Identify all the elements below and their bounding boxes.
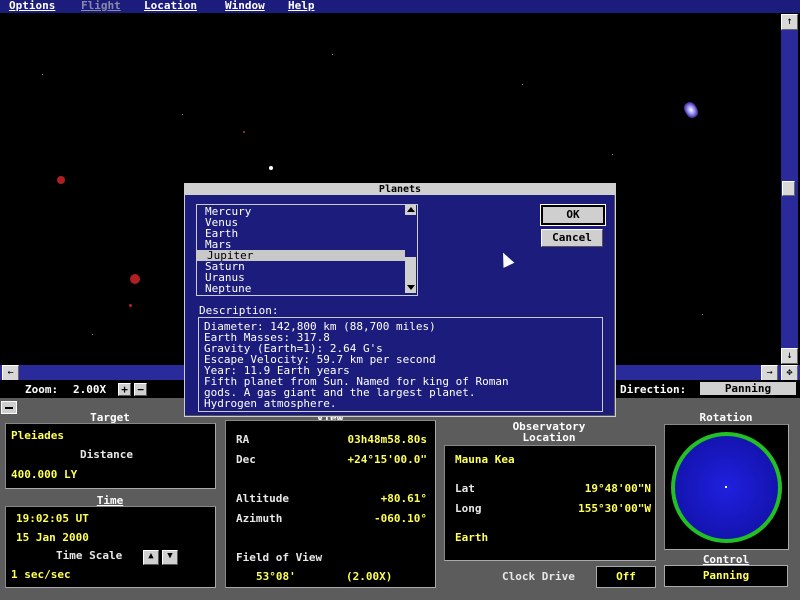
planet-list[interactable]: Mercury Venus Earth Mars Jupiter Saturn … xyxy=(196,204,418,296)
rotation-box xyxy=(664,424,789,550)
star xyxy=(702,314,703,315)
time-scale-value[interactable]: 1 sec/sec xyxy=(11,568,71,581)
description-box: Diameter: 142,800 km (88,700 miles) Eart… xyxy=(198,317,603,412)
lat-label: Lat xyxy=(455,482,475,495)
cancel-button[interactable]: Cancel xyxy=(541,229,603,247)
fov-label: Field of View xyxy=(236,551,323,564)
star xyxy=(332,54,333,55)
vertical-scrollbar[interactable]: ↑ ↓ xyxy=(781,14,798,364)
distance-value: 400.000 LY xyxy=(11,468,78,481)
star xyxy=(92,334,93,335)
description-line: Hydrogen atmosphere. xyxy=(204,397,337,410)
star xyxy=(522,84,523,85)
list-scroll-up-icon[interactable] xyxy=(407,207,415,212)
dialog-title: Planets xyxy=(185,184,615,195)
list-scrollbar[interactable] xyxy=(405,205,416,293)
altitude-value[interactable]: +80.61° xyxy=(381,492,427,505)
star xyxy=(42,74,43,75)
azimuth-value[interactable]: -060.10° xyxy=(374,512,427,525)
scroll-down-button[interactable]: ↓ xyxy=(781,348,798,364)
time-date[interactable]: 15 Jan 2000 xyxy=(16,531,89,544)
ra-label: RA xyxy=(236,433,250,446)
view-box: RA 03h48m58.80s Dec +24°15'00.0" Altitud… xyxy=(225,420,436,588)
clock-drive-label: Clock Drive xyxy=(502,570,575,583)
observatory-title: Observatory Location xyxy=(444,421,654,443)
clock-drive-value[interactable]: Off xyxy=(596,566,656,588)
list-scroll-down-icon[interactable] xyxy=(407,285,415,290)
control-value[interactable]: Panning xyxy=(664,565,788,587)
target-name: Pleiades xyxy=(11,429,64,442)
star xyxy=(57,176,65,184)
menu-flight[interactable]: Flight xyxy=(81,0,121,12)
star xyxy=(269,166,273,170)
rotation-title: Rotation xyxy=(699,411,753,424)
center-marker xyxy=(725,486,727,488)
scroll-up-button[interactable]: ↑ xyxy=(781,14,798,30)
long-label: Long xyxy=(455,502,482,515)
zoom-in-button[interactable]: + xyxy=(118,383,131,396)
dec-value[interactable]: +24°15'00.0" xyxy=(348,453,427,466)
rotation-globe[interactable] xyxy=(671,432,782,543)
observatory-planet[interactable]: Earth xyxy=(455,531,488,544)
scroll-thumb[interactable] xyxy=(782,181,795,196)
list-item[interactable]: Neptune xyxy=(205,283,251,294)
time-clock[interactable]: 19:02:05 UT xyxy=(16,512,89,525)
star xyxy=(129,304,132,307)
star xyxy=(612,154,613,155)
scroll-left-button[interactable]: ← xyxy=(2,365,19,381)
observatory-title-line2: Location xyxy=(522,431,576,444)
star xyxy=(243,131,245,133)
star xyxy=(130,274,140,284)
galaxy xyxy=(681,100,701,120)
menu-location[interactable]: Location xyxy=(144,0,197,12)
fov-value[interactable]: 53°08' xyxy=(256,570,296,583)
time-scale-label: Time Scale xyxy=(56,549,123,562)
dec-label: Dec xyxy=(236,453,256,466)
ra-value[interactable]: 03h48m58.80s xyxy=(348,433,427,446)
star xyxy=(182,114,183,115)
move-icon[interactable]: ✥ xyxy=(781,365,798,381)
zoom-label: Zoom: xyxy=(25,383,59,396)
menu-options[interactable]: Options xyxy=(9,0,55,12)
control-panel: Target Pleiades Distance 400.000 LY Time… xyxy=(0,398,800,600)
time-scale-up-button[interactable]: ▲ xyxy=(143,550,159,565)
menu-help[interactable]: Help xyxy=(288,0,315,12)
lat-value[interactable]: 19°48'00"N xyxy=(585,482,651,495)
direction-label: Direction: xyxy=(620,383,687,396)
description-label: Description: xyxy=(199,304,279,317)
menu-window[interactable]: Window xyxy=(225,0,265,12)
scroll-right-button[interactable]: → xyxy=(761,365,778,381)
distance-label: Distance xyxy=(80,448,133,461)
direction-value[interactable]: Panning xyxy=(700,382,796,395)
observatory-box: Mauna Kea Lat 19°48'00"N Long 155°30'00"… xyxy=(444,445,656,561)
observatory-site[interactable]: Mauna Kea xyxy=(455,453,515,466)
menu-bar: Options Flight Location Window Help xyxy=(0,0,800,13)
altitude-label: Altitude xyxy=(236,492,289,505)
zoom-out-button[interactable]: − xyxy=(134,383,147,396)
target-box: Pleiades Distance 400.000 LY xyxy=(5,423,216,489)
planets-dialog: Planets Mercury Venus Earth Mars Jupiter… xyxy=(184,183,616,417)
long-value[interactable]: 155°30'00"W xyxy=(578,502,651,515)
list-scroll-track[interactable] xyxy=(405,215,416,257)
ok-button[interactable]: OK xyxy=(540,204,606,226)
time-scale-down-button[interactable]: ▼ xyxy=(162,550,178,565)
fov-zoom: (2.00X) xyxy=(346,570,393,583)
azimuth-label: Azimuth xyxy=(236,512,283,525)
time-box: 19:02:05 UT 15 Jan 2000 Time Scale ▲ ▼ 1… xyxy=(5,506,216,588)
zoom-value: 2.00X xyxy=(73,383,107,396)
